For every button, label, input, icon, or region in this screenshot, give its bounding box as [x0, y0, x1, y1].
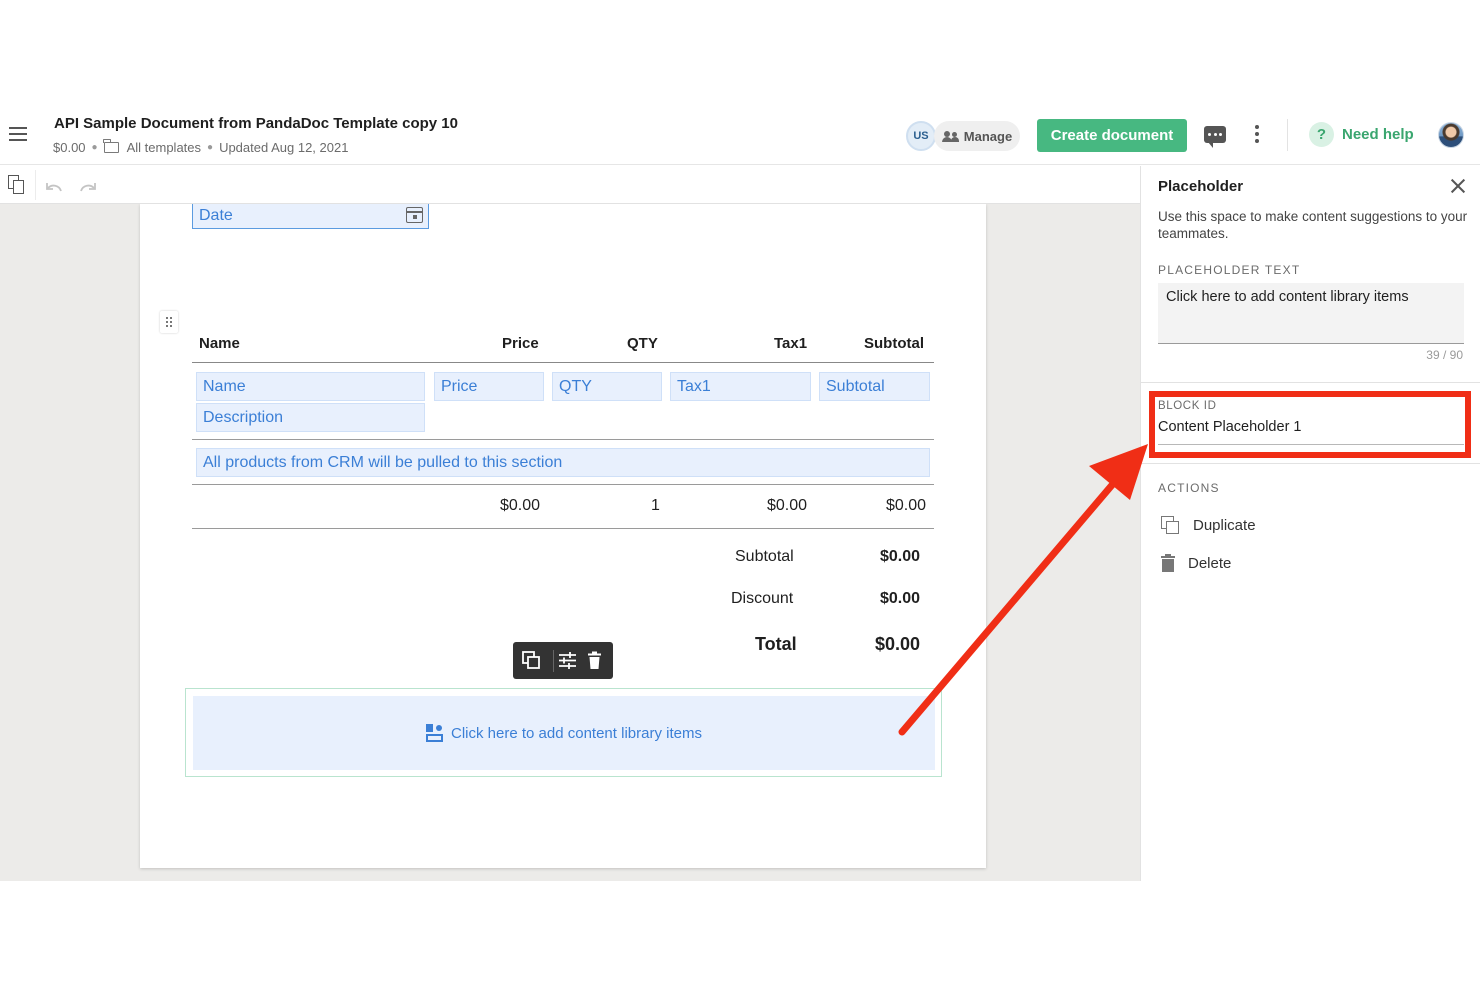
document-meta: $0.00 ● All templates ● Updated Aug 12, … — [53, 139, 349, 155]
more-options-icon[interactable] — [1252, 125, 1262, 145]
avatar[interactable] — [1438, 122, 1464, 148]
subtotal-field[interactable]: Subtotal — [819, 372, 930, 401]
drag-handle-icon[interactable] — [160, 311, 178, 333]
column-header-name: Name — [199, 335, 240, 352]
document-title: API Sample Document from PandaDoc Templa… — [54, 115, 458, 132]
content-library-icon — [426, 724, 444, 742]
trash-icon — [1161, 554, 1175, 572]
content-library-placeholder[interactable]: Click here to add content library items — [193, 696, 935, 770]
panel-description: Use this space to make content suggestio… — [1158, 209, 1468, 241]
folder-link[interactable]: All templates — [127, 140, 201, 155]
help-icon: ? — [1309, 122, 1334, 147]
manage-label: Manage — [963, 128, 1013, 144]
summary-subtotal-value: $0.00 — [880, 548, 921, 565]
divider — [1141, 463, 1480, 464]
pages-icon[interactable] — [8, 175, 24, 195]
name-field[interactable]: Name — [196, 372, 425, 401]
qty-field[interactable]: QTY — [552, 372, 662, 401]
summary-discount-value: $0.00 — [880, 590, 921, 607]
content-library-label: Click here to add content library items — [451, 724, 702, 742]
menu-icon[interactable] — [9, 127, 27, 141]
tax-field[interactable]: Tax1 — [670, 372, 811, 401]
close-icon[interactable] — [1450, 178, 1466, 194]
row-tax: $0.00 — [767, 497, 808, 514]
description-field[interactable]: Description — [196, 403, 425, 432]
duplicate-icon — [1161, 516, 1180, 535]
document-page: Date Name Price QTY Tax1 Subtotal Name P… — [140, 204, 986, 868]
row-price: $0.00 — [500, 497, 541, 514]
duplicate-action[interactable]: Duplicate — [1161, 516, 1256, 535]
divider — [1141, 382, 1480, 383]
meta-separator: ● — [91, 142, 98, 153]
price-field[interactable]: Price — [434, 372, 544, 401]
duplicate-block-icon[interactable] — [522, 651, 541, 670]
crm-products-note[interactable]: All products from CRM will be pulled to … — [196, 448, 930, 477]
row-qty: 1 — [651, 497, 660, 514]
character-count: 39 / 90 — [1426, 348, 1463, 362]
duplicate-label: Duplicate — [1193, 517, 1256, 534]
table-rule — [192, 484, 934, 485]
meta-separator: ● — [207, 142, 214, 153]
divider — [1287, 119, 1288, 151]
user-badge[interactable]: US — [906, 121, 936, 151]
document-canvas: Date Name Price QTY Tax1 Subtotal Name P… — [0, 204, 1140, 881]
actions-label: ACTIONS — [1158, 481, 1220, 495]
need-help-button[interactable]: ? Need help — [1309, 122, 1414, 147]
block-id-input[interactable]: Content Placeholder 1 — [1158, 419, 1464, 445]
folder-icon — [103, 139, 119, 153]
column-header-qty: QTY — [627, 335, 658, 352]
table-rule — [192, 528, 934, 529]
undo-icon[interactable] — [45, 182, 63, 192]
block-toolbar — [513, 642, 613, 679]
summary-total-label: Total — [755, 634, 797, 654]
delete-label: Delete — [1188, 554, 1232, 572]
settings-sliders-icon[interactable] — [558, 651, 577, 670]
app-window: API Sample Document from PandaDoc Templa… — [0, 105, 1480, 881]
document-amount: $0.00 — [53, 140, 86, 155]
column-header-price: Price — [502, 335, 539, 352]
delete-block-icon[interactable] — [585, 651, 604, 670]
summary-subtotal-label: Subtotal — [735, 548, 794, 565]
redo-icon[interactable] — [79, 182, 97, 192]
block-id-label: BLOCK ID — [1158, 400, 1217, 412]
chat-icon[interactable] — [1204, 126, 1226, 148]
calendar-icon[interactable] — [406, 207, 423, 223]
delete-action[interactable]: Delete — [1161, 554, 1231, 572]
placeholder-text-label: PLACEHOLDER TEXT — [1158, 263, 1301, 277]
summary-total-value: $0.00 — [875, 634, 921, 654]
create-document-button[interactable]: Create document — [1037, 119, 1187, 152]
date-field[interactable]: Date — [192, 204, 429, 229]
manage-button[interactable]: Manage — [934, 121, 1020, 151]
column-header-tax: Tax1 — [774, 335, 808, 352]
divider — [553, 649, 554, 672]
placeholder-panel: Placeholder Use this space to make conte… — [1140, 166, 1480, 881]
column-header-subtotal: Subtotal — [864, 335, 924, 352]
editor-toolbar — [0, 166, 1140, 204]
summary-discount-label: Discount — [731, 590, 794, 607]
updated-date: Updated Aug 12, 2021 — [219, 140, 349, 155]
placeholder-text-input[interactable]: Click here to add content library items — [1158, 283, 1464, 344]
row-subtotal: $0.00 — [886, 497, 927, 514]
table-rule — [192, 439, 934, 440]
divider — [35, 170, 36, 200]
date-field-label: Date — [199, 207, 233, 224]
panel-title: Placeholder — [1158, 178, 1244, 195]
content-placeholder-block[interactable]: Click here to add content library items — [185, 688, 942, 777]
people-icon — [941, 130, 959, 142]
need-help-label: Need help — [1342, 126, 1414, 143]
table-rule — [192, 362, 934, 363]
top-bar: API Sample Document from PandaDoc Templa… — [0, 105, 1480, 165]
